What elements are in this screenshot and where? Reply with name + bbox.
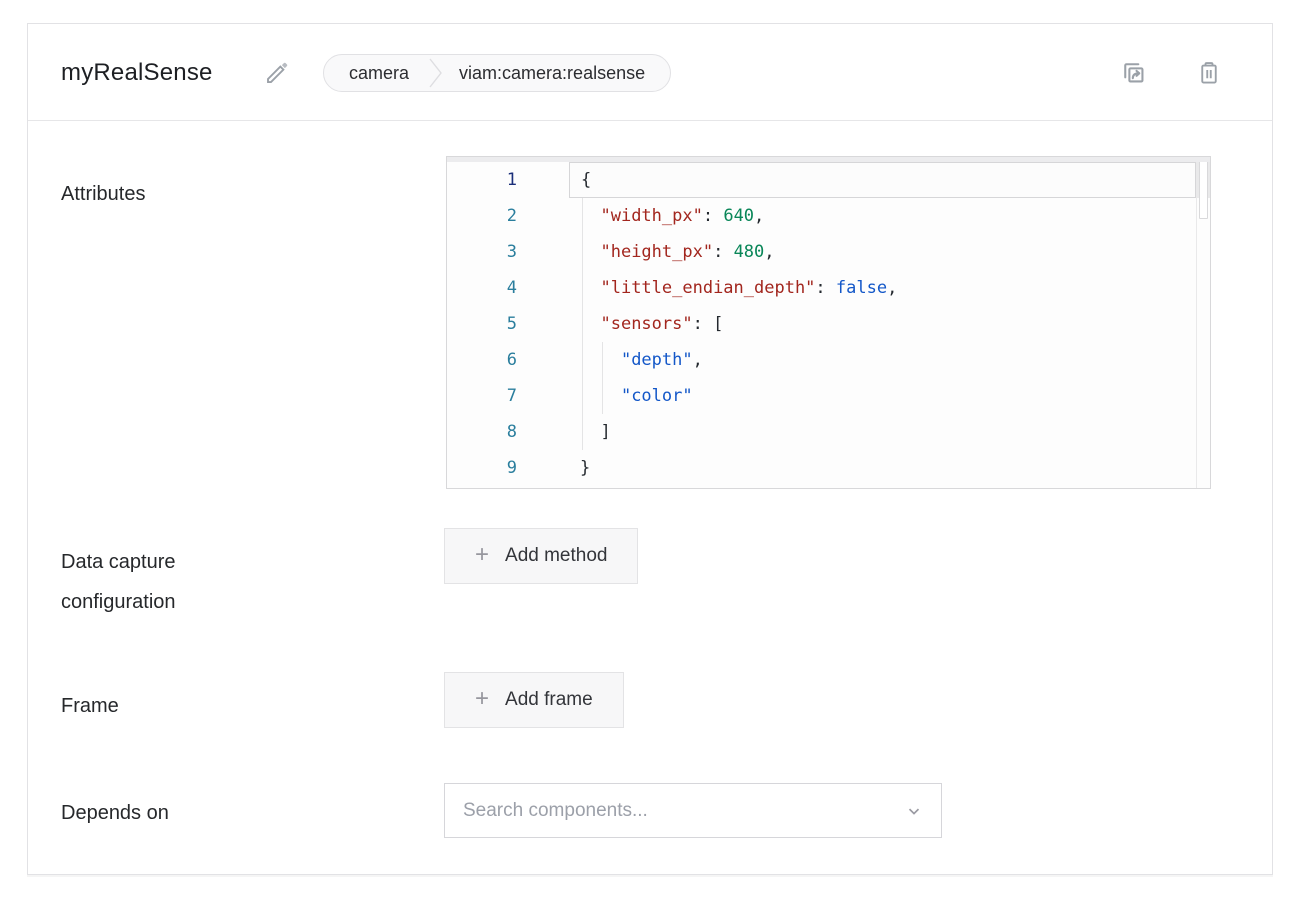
- code-token: :: [703, 206, 723, 226]
- code-area: { "width_px": 640, "height_px": 480, "li…: [569, 157, 1196, 488]
- code-token: false: [836, 278, 887, 298]
- duplicate-icon: [1117, 77, 1150, 92]
- depends-on-select[interactable]: [444, 783, 942, 838]
- component-type-pill: camera viam:camera:realsense: [323, 54, 671, 92]
- line-number: 6: [447, 342, 569, 378]
- code-token: [580, 242, 600, 262]
- code-token: [580, 314, 600, 334]
- component-model: viam:camera:realsense: [443, 63, 670, 84]
- edit-name-button[interactable]: [260, 55, 296, 91]
- code-token: "sensors": [600, 314, 692, 334]
- code-token: [580, 422, 600, 442]
- header-actions: [1117, 24, 1224, 121]
- attributes-code-editor[interactable]: 123456789 { "width_px": 640, "height_px"…: [446, 156, 1211, 489]
- code-line: "little_endian_depth": false,: [569, 270, 1196, 306]
- code-token: : [: [693, 314, 724, 334]
- pencil-icon: [263, 57, 293, 90]
- add-frame-button[interactable]: + Add frame: [444, 672, 624, 728]
- code-line: }: [569, 450, 1196, 486]
- code-token: }: [580, 458, 590, 478]
- line-number: 5: [447, 306, 569, 342]
- code-token: 640: [723, 206, 754, 226]
- data-capture-label: Data capture configuration: [61, 542, 176, 622]
- line-number: 7: [447, 378, 569, 414]
- line-number: 2: [447, 198, 569, 234]
- code-token: [580, 350, 621, 370]
- code-token: ]: [600, 422, 610, 442]
- code-token: "little_endian_depth": [600, 278, 815, 298]
- code-token: "depth": [621, 350, 693, 370]
- add-method-button[interactable]: + Add method: [444, 528, 638, 584]
- code-token: ,: [887, 278, 897, 298]
- code-token: [580, 206, 600, 226]
- line-number: 8: [447, 414, 569, 450]
- code-token: ,: [693, 350, 703, 370]
- code-token: ,: [754, 206, 764, 226]
- code-token: [580, 278, 600, 298]
- component-type: camera: [324, 63, 429, 84]
- component-name: myRealSense: [61, 24, 213, 121]
- add-method-label: Add method: [505, 545, 607, 567]
- plus-icon: +: [475, 543, 489, 567]
- editor-top-strip: [447, 157, 1210, 162]
- editor-scrollbar[interactable]: [1196, 157, 1210, 488]
- scrollbar-thumb[interactable]: [1199, 159, 1208, 219]
- code-line: "depth",: [569, 342, 1196, 378]
- code-line: {: [569, 162, 1196, 198]
- code-token: :: [713, 242, 733, 262]
- duplicate-button[interactable]: [1117, 56, 1150, 89]
- delete-button[interactable]: [1194, 58, 1224, 88]
- code-line: ]: [569, 414, 1196, 450]
- code-line: "width_px": 640,: [569, 198, 1196, 234]
- code-token: :: [815, 278, 835, 298]
- component-card: myRealSense camera viam:camera:realsense: [27, 23, 1273, 875]
- code-token: ,: [764, 242, 774, 262]
- code-token: 480: [734, 242, 765, 262]
- code-token: "height_px": [600, 242, 713, 262]
- search-components-input[interactable]: [463, 800, 905, 822]
- code-line: "height_px": 480,: [569, 234, 1196, 270]
- line-number: 3: [447, 234, 569, 270]
- code-token: {: [581, 170, 591, 190]
- pill-separator-icon: [429, 55, 443, 91]
- component-card-header: myRealSense camera viam:camera:realsense: [28, 24, 1272, 121]
- frame-label: Frame: [61, 686, 119, 726]
- chevron-down-icon: [905, 802, 923, 820]
- code-line: "color": [569, 378, 1196, 414]
- trash-icon: [1194, 76, 1224, 91]
- attributes-label: Attributes: [61, 174, 145, 214]
- line-number-gutter: 123456789: [447, 157, 569, 488]
- add-frame-label: Add frame: [505, 689, 593, 711]
- line-number: 9: [447, 450, 569, 486]
- depends-on-label: Depends on: [61, 793, 169, 833]
- code-token: "color": [621, 386, 693, 406]
- line-number: 4: [447, 270, 569, 306]
- code-line: "sensors": [: [569, 306, 1196, 342]
- code-token: [580, 386, 621, 406]
- line-number: 1: [447, 162, 569, 198]
- plus-icon: +: [475, 687, 489, 711]
- code-token: "width_px": [600, 206, 702, 226]
